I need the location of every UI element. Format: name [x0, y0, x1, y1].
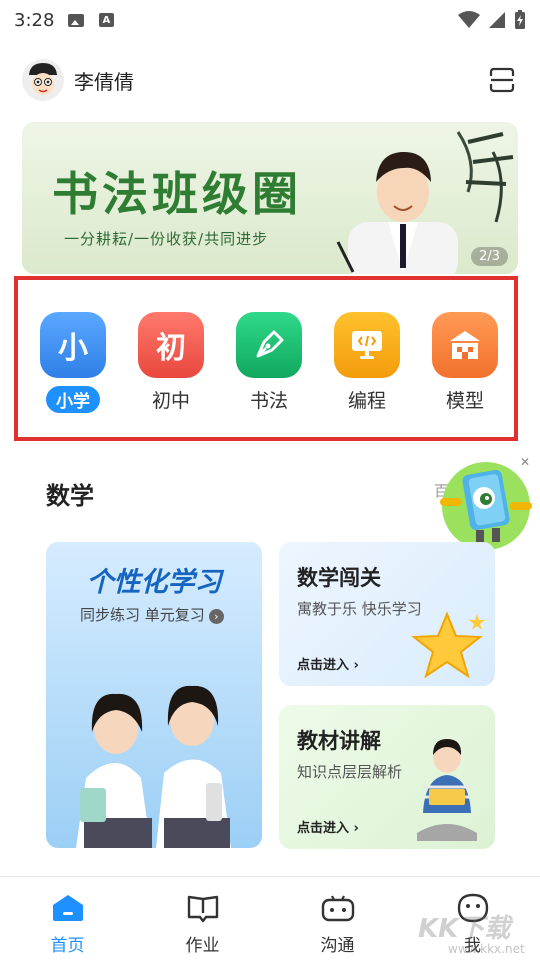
banner-page-indicator: 2/3: [471, 247, 508, 266]
category-model[interactable]: 模型: [430, 312, 500, 413]
students-illustration: [76, 685, 231, 848]
nav-home[interactable]: 首页: [0, 877, 135, 960]
card-subtitle: 寓教于乐 快乐学习: [297, 600, 422, 618]
nav-homework[interactable]: 作业: [135, 877, 270, 960]
code-monitor-icon: [334, 312, 400, 378]
textbook-explanation-card[interactable]: 教材讲解 知识点层层解析 点击进入 ›: [279, 705, 495, 849]
category-label: 小学: [46, 386, 100, 413]
scan-button[interactable]: [486, 64, 518, 96]
status-time: 3:28: [14, 9, 55, 31]
scan-icon: [489, 67, 515, 93]
user-name[interactable]: 李倩倩: [74, 66, 134, 95]
primary-school-icon: 小: [40, 312, 106, 378]
battery-icon: [515, 10, 525, 29]
card-subtitle: 同步练习 单元复习 ›: [80, 604, 224, 625]
arrow-right-icon: ›: [208, 609, 224, 624]
app-notification-icon: A: [98, 13, 114, 27]
star-icon: [411, 611, 485, 679]
watermark: KK下载: [418, 914, 511, 944]
middle-school-icon: 初: [138, 312, 204, 378]
card-title: 个性化学习: [86, 567, 222, 598]
banner-subtitle: 一分耕耘/一份收获/共同进步: [64, 230, 269, 248]
category-programming[interactable]: 编程: [332, 312, 402, 413]
category-label: 模型: [445, 390, 484, 412]
watermark-url: www.kkx.net: [448, 942, 525, 956]
image-notification-icon: [68, 13, 85, 27]
home-icon: [50, 891, 86, 925]
nav-label: 沟通: [320, 936, 355, 956]
avatar[interactable]: [22, 59, 64, 101]
card-title: 教材讲解: [297, 729, 381, 753]
category-middle-school[interactable]: 初 初中: [136, 312, 206, 413]
promo-banner[interactable]: 书法班级圈 一分耕耘/一份收获/共同进步 2/3: [22, 122, 518, 274]
nav-label: 首页: [50, 936, 85, 956]
signal-icon: [489, 12, 505, 28]
category-calligraphy[interactable]: 书法: [234, 312, 304, 413]
chat-icon: [320, 891, 356, 925]
math-challenge-card[interactable]: 数学闯关 寓教于乐 快乐学习 点击进入 ›: [279, 542, 495, 686]
building-model-icon: [432, 312, 498, 378]
category-label: 编程: [347, 390, 386, 412]
section-title: 数学: [46, 482, 94, 510]
status-bar: 3:28 A: [0, 0, 540, 40]
book-mascot-icon[interactable]: [436, 458, 536, 554]
enter-link[interactable]: 点击进入 ›: [297, 654, 359, 673]
nav-label: 作业: [185, 936, 220, 956]
reading-boy-illustration: [417, 739, 477, 841]
banner-title: 书法班级圈: [52, 167, 302, 221]
wifi-icon: [458, 11, 480, 28]
card-title: 数学闯关: [297, 566, 381, 590]
category-selector: 小 小学 初 初中 书法 编程 模型: [14, 276, 518, 441]
card-subtitle-text: 同步练习 单元复习: [80, 606, 205, 624]
category-primary-school[interactable]: 小 小学: [38, 312, 108, 413]
header: 李倩倩: [22, 58, 518, 102]
pen-nib-icon: [236, 312, 302, 378]
card-subtitle: 知识点层层解析: [297, 763, 403, 781]
category-label: 书法: [249, 390, 288, 412]
category-label: 初中: [151, 390, 190, 412]
enter-link[interactable]: 点击进入 ›: [297, 817, 359, 836]
book-icon: [185, 891, 221, 925]
nav-chat[interactable]: 沟通: [270, 877, 405, 960]
personalized-learning-card[interactable]: 个性化学习 同步练习 单元复习 ›: [46, 542, 262, 848]
